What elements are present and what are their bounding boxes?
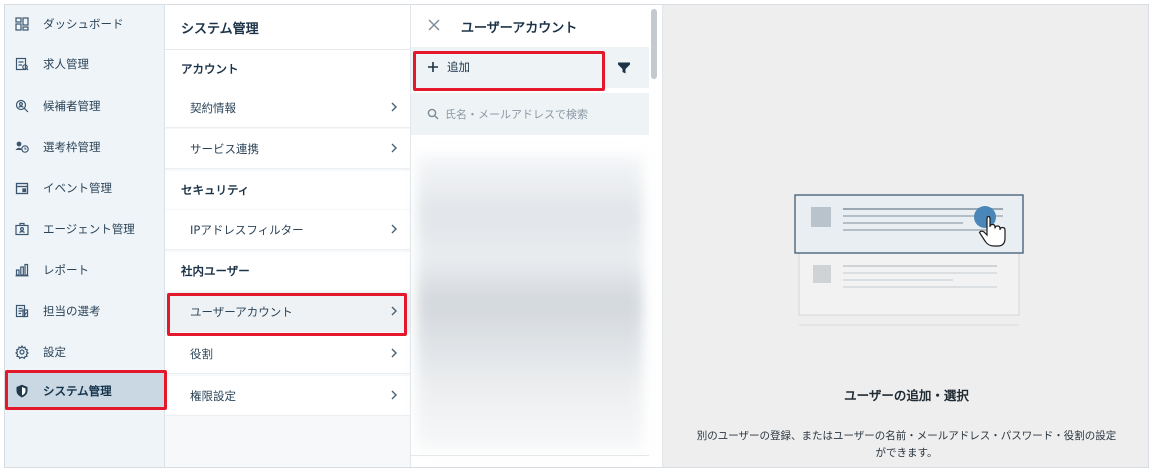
section-internal-users: 社内ユーザー — [165, 252, 410, 290]
close-icon[interactable] — [427, 18, 441, 32]
row-label: ユーザーアカウント — [190, 304, 293, 319]
empty-state-description: 別のユーザーの登録、またはユーザーの名前・メールアドレス・パスワード・役割の設定… — [673, 428, 1140, 462]
plus-icon — [428, 62, 438, 72]
nav-item-reports[interactable]: レポート — [5, 251, 165, 289]
nav-label: エージェント管理 — [43, 222, 135, 236]
assigned-icon — [15, 304, 29, 318]
report-icon — [15, 263, 29, 277]
nav-label: システム管理 — [43, 384, 112, 398]
nav-label: 候補者管理 — [43, 99, 101, 113]
detail-empty-state: ユーザーの追加・選択 別のユーザーの登録、またはユーザーの名前・メールアドレス・… — [663, 5, 1148, 467]
description-line-2: ができます。 — [875, 447, 938, 459]
nav-label: 選考枠管理 — [43, 140, 101, 154]
job-icon — [15, 57, 29, 71]
nav-item-agents[interactable]: エージェント管理 — [5, 210, 165, 248]
search-bar — [411, 93, 649, 135]
nav-label: ダッシュボード — [43, 17, 124, 31]
panel-title: ユーザーアカウント — [461, 21, 578, 36]
nav-item-slots[interactable]: 選考枠管理 — [5, 128, 165, 166]
nav-label: 求人管理 — [43, 57, 89, 71]
nav-item-events[interactable]: イベント管理 — [5, 169, 165, 207]
shield-icon — [15, 384, 29, 398]
filter-icon[interactable] — [617, 61, 631, 75]
chevron-right-icon — [391, 390, 397, 400]
row-label: 役割 — [190, 346, 213, 361]
nav-item-assigned[interactable]: 担当の選考 — [5, 292, 165, 330]
nav-item-jobs[interactable]: 求人管理 — [5, 45, 165, 83]
app-frame: ダッシュボード 求人管理 候補者管理 選考枠管理 イベント管理 エージェント管理… — [4, 4, 1149, 468]
add-toolbar: 追加 — [411, 47, 649, 88]
nav-item-settings[interactable]: 設定 — [5, 333, 165, 371]
user-account-panel: ユーザーアカウント 追加 — [411, 5, 663, 467]
row-label: IPアドレスフィルター — [190, 222, 304, 237]
chevron-right-icon — [391, 224, 397, 234]
menu-row-contract[interactable]: 契約情報 — [165, 88, 410, 128]
candidate-search-icon — [15, 99, 29, 113]
select-user-illustration — [794, 194, 1024, 326]
gear-icon — [15, 345, 29, 359]
chevron-right-icon — [391, 143, 397, 153]
dashboard-icon — [15, 17, 29, 31]
menu-row-ip-filter[interactable]: IPアドレスフィルター — [165, 210, 410, 250]
nav-label: 担当の選考 — [43, 304, 101, 318]
nav-label: レポート — [43, 263, 89, 277]
nav-item-system-admin[interactable]: システム管理 — [5, 372, 165, 410]
chevron-right-icon — [391, 102, 397, 112]
section-account: アカウント — [165, 50, 410, 88]
row-label: 権限設定 — [190, 388, 236, 403]
description-line-1: 別のユーザーの登録、またはユーザーの名前・メールアドレス・パスワード・役割の設定 — [696, 430, 1117, 442]
menu-row-user-account[interactable]: ユーザーアカウント — [165, 292, 410, 332]
section-security: セキュリティ — [165, 171, 410, 209]
divider — [411, 455, 649, 456]
row-label: サービス連携 — [190, 141, 259, 156]
empty-state-title: ユーザーの追加・選択 — [844, 388, 969, 403]
chevron-right-icon — [391, 306, 397, 316]
add-user-button[interactable]: 追加 — [427, 59, 470, 75]
scrollbar-thumb[interactable] — [651, 9, 657, 79]
nav-label: イベント管理 — [43, 181, 112, 195]
menu-row-service-link[interactable]: サービス連携 — [165, 129, 410, 169]
user-list[interactable] — [417, 155, 643, 450]
system-admin-menu: システム管理 アカウント 契約情報 サービス連携 セキュリティ IPアドレスフィ… — [165, 5, 411, 467]
panel-header: ユーザーアカウント — [411, 5, 662, 47]
add-label: 追加 — [447, 60, 470, 74]
slot-icon — [15, 140, 29, 154]
calendar-icon — [15, 181, 29, 195]
menu-row-permission[interactable]: 権限設定 — [165, 376, 410, 416]
nav-item-dashboard[interactable]: ダッシュボード — [5, 5, 165, 43]
row-label: 契約情報 — [190, 100, 236, 115]
search-input[interactable] — [445, 107, 635, 121]
agent-icon — [15, 222, 29, 236]
nav-item-candidates[interactable]: 候補者管理 — [5, 87, 165, 125]
nav-label: 設定 — [43, 345, 66, 359]
search-icon — [427, 108, 439, 120]
main-nav: ダッシュボード 求人管理 候補者管理 選考枠管理 イベント管理 エージェント管理… — [5, 5, 165, 467]
chevron-right-icon — [391, 348, 397, 358]
menu-title: システム管理 — [165, 5, 410, 50]
menu-row-role[interactable]: 役割 — [165, 334, 410, 374]
